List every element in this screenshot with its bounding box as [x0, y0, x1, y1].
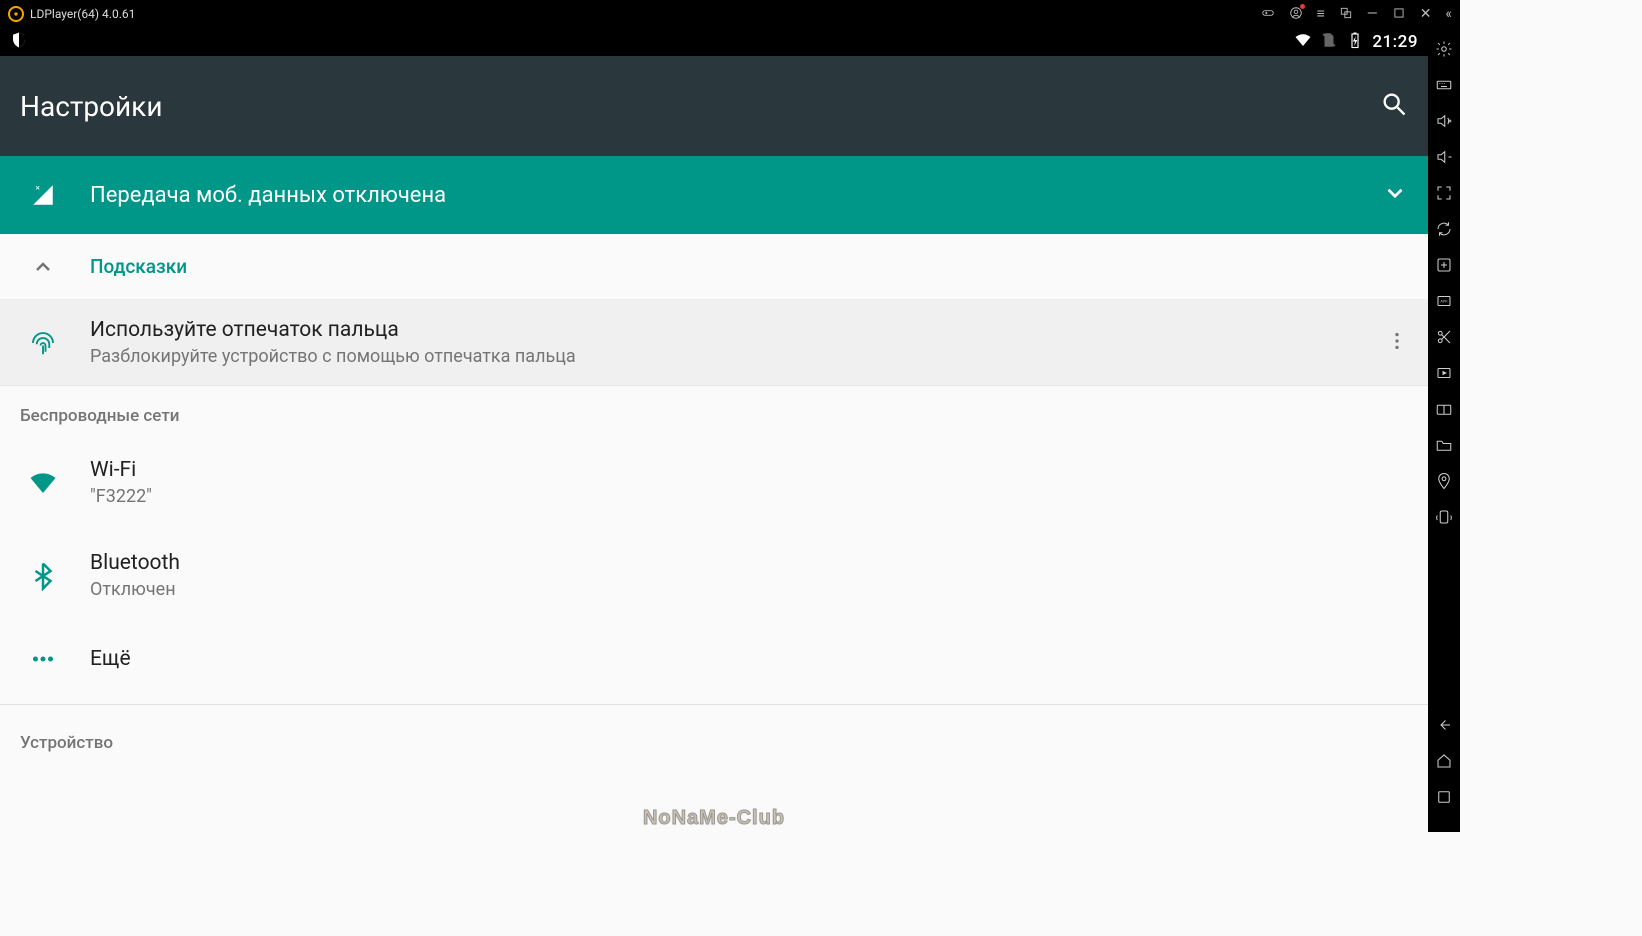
close-button[interactable]: ✕: [1420, 7, 1432, 21]
volume-down-icon[interactable]: [1428, 148, 1460, 166]
menu-icon[interactable]: ≡: [1317, 7, 1325, 21]
wifi-subtitle: "F3222": [90, 486, 152, 507]
collapse-sidebar-icon[interactable]: «: [1445, 7, 1452, 21]
wifi-title: Wi-Fi: [90, 458, 152, 482]
rotate-icon[interactable]: [1428, 508, 1460, 526]
hint-title: Используйте отпечаток пальца: [90, 318, 1386, 342]
fingerprint-icon: [20, 328, 66, 358]
hints-label: Подсказки: [90, 255, 187, 278]
more-title: Ещё: [90, 647, 131, 671]
wifi-icon: [1294, 31, 1312, 53]
sync-icon[interactable]: [1428, 220, 1460, 238]
maximize-button[interactable]: [1392, 6, 1406, 23]
back-button-icon[interactable]: [1428, 716, 1460, 734]
cellular-off-icon: ×: [20, 182, 66, 208]
bluetooth-icon: [20, 561, 66, 591]
section-wireless-header: Беспроводные сети: [0, 386, 1428, 436]
banner-text: Передача моб. данных отключена: [90, 183, 446, 208]
status-clock: 21:29: [1372, 32, 1418, 52]
svg-text:APK: APK: [1440, 300, 1448, 304]
settings-content: Подсказки Используйте отпечаток пальца Р…: [0, 234, 1428, 832]
chevron-down-icon[interactable]: [1382, 180, 1408, 210]
sim-off-icon: [1320, 31, 1338, 53]
search-button[interactable]: [1380, 90, 1408, 122]
section-divider: [0, 704, 1428, 705]
folder-icon[interactable]: [1428, 436, 1460, 454]
emulator-titlebar: LDPlayer(64) 4.0.61 ≡ — ✕ «: [0, 0, 1460, 28]
settings-app-bar: Настройки: [0, 56, 1428, 156]
more-vert-icon[interactable]: [1386, 330, 1408, 356]
android-status-bar: 21:29: [0, 28, 1428, 56]
multi-instance-icon[interactable]: [1428, 400, 1460, 418]
page-title: Настройки: [20, 90, 162, 123]
settings-gear-icon[interactable]: [1428, 40, 1460, 58]
bluetooth-row[interactable]: Bluetooth Отключен: [0, 529, 1428, 622]
volume-up-icon[interactable]: [1428, 112, 1460, 130]
hint-fingerprint[interactable]: Используйте отпечаток пальца Разблокируй…: [0, 300, 1428, 386]
fullscreen-icon[interactable]: [1428, 184, 1460, 202]
account-icon[interactable]: [1289, 6, 1303, 23]
minimize-button[interactable]: —: [1367, 7, 1378, 21]
battery-charging-icon: [1346, 31, 1364, 53]
emulator-window-controls: ≡ — ✕ «: [1261, 6, 1452, 23]
more-horiz-icon: [20, 644, 66, 674]
keyboard-icon[interactable]: [1428, 76, 1460, 94]
emulator-sidebar: APK: [1428, 28, 1460, 832]
ldplayer-logo-icon: [8, 6, 24, 22]
mobile-data-banner[interactable]: × Передача моб. данных отключена: [0, 156, 1428, 234]
apk-install-icon[interactable]: APK: [1428, 292, 1460, 310]
recents-button-icon[interactable]: [1428, 788, 1460, 806]
gamepad-icon[interactable]: [1261, 6, 1275, 23]
multiwindow-icon[interactable]: [1339, 6, 1353, 23]
hints-header[interactable]: Подсказки: [0, 234, 1428, 300]
home-button-icon[interactable]: [1428, 752, 1460, 770]
wifi-row[interactable]: Wi-Fi "F3222": [0, 436, 1428, 529]
location-icon[interactable]: [1428, 472, 1460, 490]
record-icon[interactable]: [1428, 364, 1460, 382]
more-row[interactable]: Ещё: [0, 622, 1428, 696]
app-root: LDPlayer(64) 4.0.61 ≡ — ✕ « APK: [0, 0, 1460, 832]
shield-icon: [10, 31, 28, 53]
chevron-up-icon: [20, 255, 66, 279]
bluetooth-subtitle: Отключен: [90, 579, 180, 600]
scissors-icon[interactable]: [1428, 328, 1460, 346]
wifi-row-icon: [20, 468, 66, 498]
android-screen: 21:29 Настройки × Передача моб. данных о…: [0, 28, 1428, 832]
hint-subtitle: Разблокируйте устройство с помощью отпеч…: [90, 346, 1386, 367]
svg-text:×: ×: [35, 184, 40, 194]
add-instance-icon[interactable]: [1428, 256, 1460, 274]
bluetooth-title: Bluetooth: [90, 551, 180, 575]
emulator-title: LDPlayer(64) 4.0.61: [30, 7, 1261, 21]
section-device-header: Устройство: [0, 713, 1428, 763]
